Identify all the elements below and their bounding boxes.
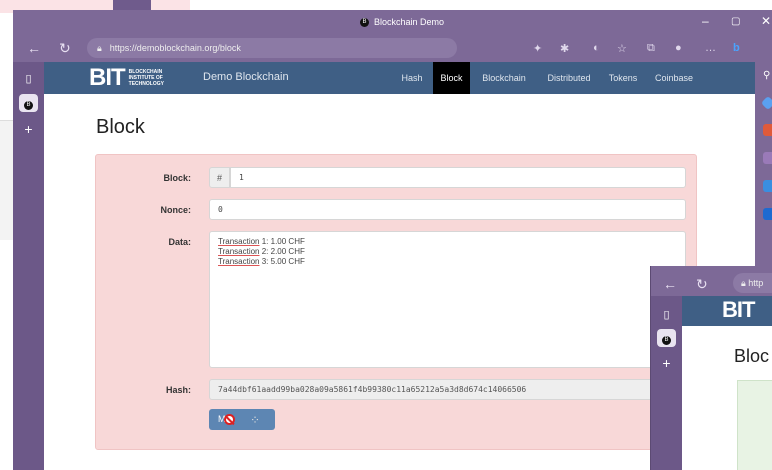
copilot-icon[interactable]: b [733,42,740,54]
maximize-button[interactable]: ▢ [731,16,740,27]
refresh-icon[interactable]: ↻ [696,276,708,293]
extension-icon[interactable]: ✦ [533,42,542,55]
block-prefix: # [209,167,230,188]
background-window-edge [0,120,14,240]
new-tab-button[interactable]: + [19,120,38,138]
tab-blockchain-demo[interactable]: B [19,94,38,112]
tab-blockchain-demo[interactable]: B [657,329,676,347]
block-number-input[interactable]: 1 [230,167,686,188]
block-label: Block: [163,173,191,183]
lock-icon: 🔒︎ [97,43,102,53]
loading-spinner-icon: ⁘ [250,413,261,427]
tag-icon[interactable] [760,95,772,111]
data-rest: 3: 5.00 CHF [259,257,305,266]
nav-block[interactable]: Block [433,62,470,94]
page-content: BIT BLOCKCHAIN INSTITUTE OF TECHNOLOGY D… [44,62,755,470]
data-label: Data: [168,237,191,247]
site-name[interactable]: Demo Blockchain [203,71,289,83]
vertical-tab-bar: ▯ B + [651,296,682,470]
data-line: Transaction 1: 1.00 CHF [218,237,685,247]
logo-subtitle: BLOCKCHAIN INSTITUTE OF TECHNOLOGY [128,69,164,87]
page-content: BIT Bloc [682,296,772,470]
second-browser-window[interactable]: ← ↻ 🔒︎ http ▯ B + BIT Bloc [650,266,772,470]
site-navbar: BIT [682,296,772,326]
nonce-label: Nonce: [160,205,191,215]
favorites-icon[interactable]: ☆ [617,42,627,55]
nav-tokens[interactable]: Tokens [602,62,644,94]
data-line: Transaction 2: 2.00 CHF [218,247,685,257]
puzzle-icon[interactable]: ✱ [560,42,569,55]
nav-distributed[interactable]: Distributed [540,62,598,94]
data-word: Transaction [218,257,260,266]
search-icon[interactable]: ⚲ [763,70,772,82]
url-text: http [748,278,764,288]
data-line: Transaction 3: 5.00 CHF [218,257,685,267]
site-logo[interactable]: BIT [722,297,755,323]
site-navbar: BIT BLOCKCHAIN INSTITUTE OF TECHNOLOGY D… [44,62,755,94]
tab-actions-icon[interactable]: ▯ [657,306,676,324]
back-arrow-icon[interactable]: ← [27,40,41,56]
site-logo[interactable]: BIT BLOCKCHAIN INSTITUTE OF TECHNOLOGY [89,64,193,92]
nav-hash[interactable]: Hash [394,62,430,94]
close-button[interactable]: ✕ [761,14,771,28]
logo-text: BIT [89,64,126,91]
block-panel [737,380,772,470]
split-screen-icon[interactable]: ◐ [593,42,600,54]
tab-favicon-icon: B [662,336,671,345]
mine-button[interactable]: M ⁘ [209,409,275,430]
window-title: B Blockchain Demo [360,17,444,27]
address-bar-row: ← ↻ 🔒︎ https://demoblockchain.org/block ✦… [13,34,772,62]
address-bar[interactable]: 🔒︎ http [733,273,772,293]
more-icon[interactable]: … [705,42,716,54]
not-allowed-cursor-icon [224,414,235,425]
window-title-text: Blockchain Demo [374,17,445,27]
block-panel: Block: # 1 Nonce: 0 Data: Transaction 1:… [95,154,697,450]
tools-icon[interactable] [763,124,772,136]
page-title: Bloc [734,346,770,366]
page-title: Block [96,116,145,138]
data-word: Transaction [218,247,260,256]
back-arrow-icon[interactable]: ← [663,276,677,292]
nav-coinbase[interactable]: Coinbase [649,62,699,94]
refresh-icon[interactable]: ↻ [59,40,71,57]
profile-icon[interactable]: ● [675,42,682,54]
data-word: Transaction [218,237,260,246]
site-favicon-icon: B [360,17,369,27]
hash-output: 7a44dbf61aadd99ba028a09a5861f4b99380c11a… [209,379,686,400]
outlook-icon[interactable] [763,208,772,220]
games-icon[interactable] [763,152,772,164]
data-rest: 2: 2.00 CHF [259,247,305,256]
minimize-button[interactable]: – [702,14,709,28]
collections-icon[interactable]: ⧉ [647,42,655,55]
nav-blockchain[interactable]: Blockchain [474,62,534,94]
url-text: https://demoblockchain.org/block [109,43,241,53]
new-tab-button[interactable]: + [657,354,676,372]
title-bar: B Blockchain Demo – ▢ ✕ [13,10,772,34]
office-icon[interactable] [763,180,772,192]
tab-favicon-icon: B [24,101,33,110]
data-rest: 1: 1.00 CHF [259,237,305,246]
data-textarea[interactable]: Transaction 1: 1.00 CHF Transaction 2: 2… [209,231,686,368]
tab-actions-icon[interactable]: ▯ [19,70,38,88]
hash-label: Hash: [165,385,191,395]
nonce-input[interactable]: 0 [209,199,686,220]
address-bar[interactable]: 🔒︎ https://demoblockchain.org/block [87,38,457,58]
vertical-tab-bar: ▯ B + [13,62,44,470]
